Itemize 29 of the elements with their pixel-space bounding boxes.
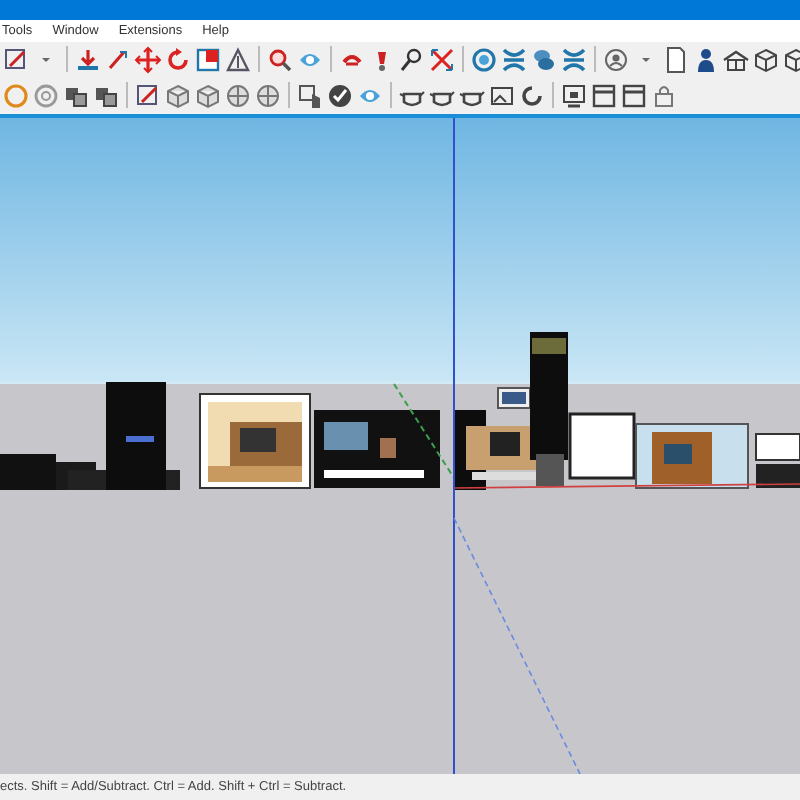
pencil-icon[interactable] bbox=[2, 45, 30, 74]
search-icon[interactable] bbox=[266, 45, 294, 74]
sphere-icon[interactable] bbox=[224, 81, 252, 110]
search-icon[interactable] bbox=[398, 45, 426, 74]
check-icon[interactable] bbox=[326, 81, 354, 110]
sphere-icon[interactable] bbox=[254, 81, 282, 110]
cube-icon[interactable] bbox=[752, 45, 780, 74]
rotate-icon[interactable] bbox=[164, 45, 192, 74]
cube-icon[interactable] bbox=[164, 81, 192, 110]
user-icon[interactable] bbox=[602, 45, 630, 74]
person-icon[interactable] bbox=[692, 45, 720, 74]
arrow-icon[interactable] bbox=[74, 45, 102, 74]
monitor-icon[interactable] bbox=[560, 81, 588, 110]
document-icon[interactable] bbox=[662, 45, 690, 74]
lock-icon[interactable] bbox=[650, 81, 678, 110]
window-icon[interactable] bbox=[590, 81, 618, 110]
expand-icon[interactable] bbox=[428, 45, 456, 74]
cube-icon[interactable] bbox=[194, 81, 222, 110]
layers-icon[interactable] bbox=[530, 45, 558, 74]
house-icon[interactable] bbox=[722, 45, 750, 74]
globe-icon[interactable] bbox=[470, 45, 498, 74]
square-icon[interactable] bbox=[194, 45, 222, 74]
move-icon[interactable] bbox=[134, 45, 162, 74]
refresh-icon[interactable] bbox=[518, 81, 546, 110]
triangle-icon[interactable] bbox=[224, 45, 252, 74]
pencil-icon[interactable] bbox=[104, 45, 132, 74]
window-icon[interactable] bbox=[620, 81, 648, 110]
picture-icon[interactable] bbox=[488, 81, 516, 110]
pencil-icon[interactable] bbox=[134, 81, 162, 110]
